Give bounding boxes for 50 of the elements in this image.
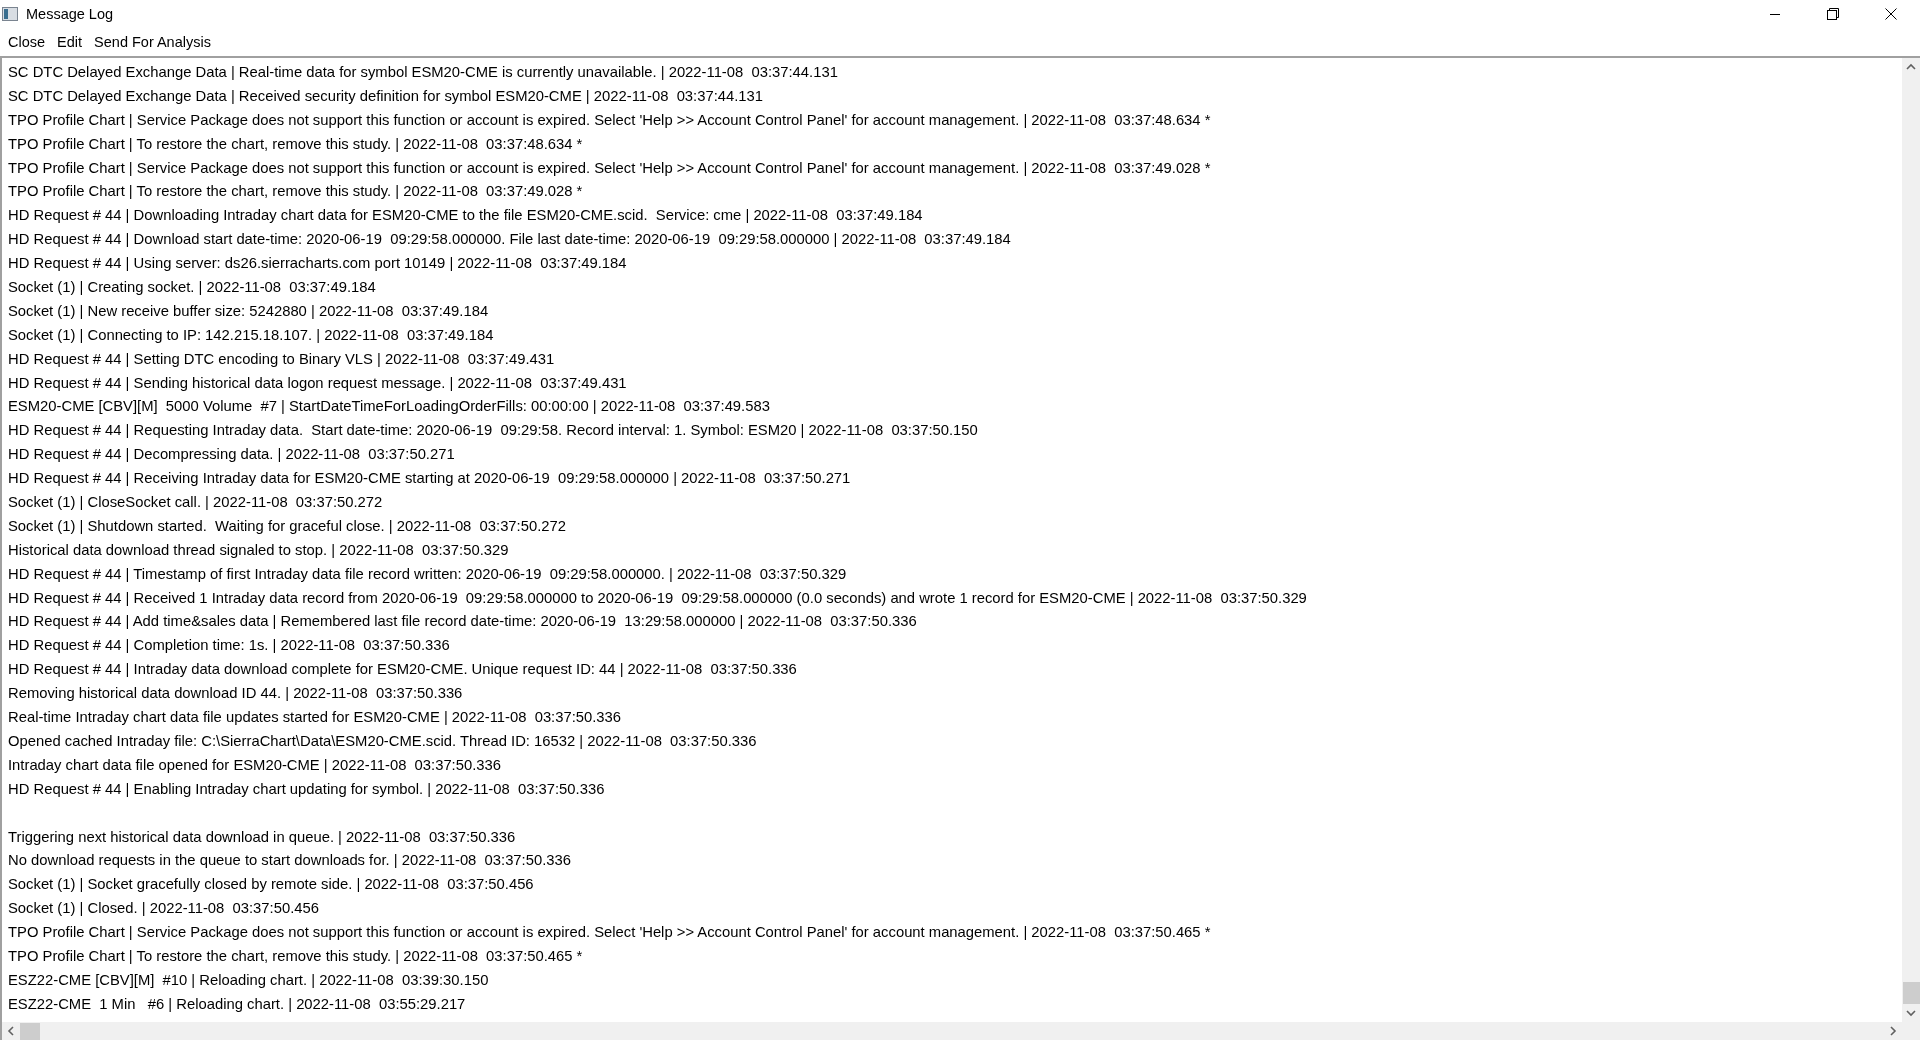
log-line: Socket (1) | Creating socket. | 2022-11-08 03:37:49.184 xyxy=(8,278,377,297)
log-line: ESM20-CME [CBV][M] 5000 Volume #7 | StartDateTimeForLoadingOrderFills: 00:00:00 | 2022-11-08 03:37:49.583 xyxy=(8,397,771,417)
log-line: Socket (1) | New receive buffer size: 5242880 | 2022-11-08 03:37:49.184 xyxy=(8,301,490,321)
log-line: SC DTC Delayed Exchange Data | Received security definition for symbol ESM20-CME | 2022-11-08 03:37:44.131 xyxy=(8,86,765,106)
log-line: Socket (1) | CloseSocket call. | 2022-11-08 03:37:50.272 xyxy=(8,493,384,513)
log-line: Real-time Intraday chart data file updates started for ESM20-CME | 2022-11-08 03:37:50.336 xyxy=(8,708,623,728)
log-line: TPO Profile Chart | To restore the chart, remove this study. | 2022-11-08 03:37:50.465 * xyxy=(8,946,584,966)
log-line: Intraday chart data file opened for ESM20-CME | 2022-11-08 03:37:50.336 xyxy=(8,755,502,775)
menu-item[interactable]: Close xyxy=(2,32,52,52)
menu-item[interactable]: Send For Analysis xyxy=(88,32,217,52)
log-line: TPO Profile Chart | Service Package does not support this function or account is expired. Select 'Help >> Account Control Panel' for account management. | 2022-11-08 03:37:48.634 * xyxy=(8,110,1212,130)
scrollbar-thumb[interactable] xyxy=(20,1022,40,1040)
close-icon xyxy=(1885,8,1897,20)
log-line: HD Request # 44 | Received 1 Intraday data record from 2020-06-19 09:29:58.000000 to 2020-06-19 09:29:58.000000 (0.0 seconds) and wrote 1 record for ESM20-CME | 2022-11-08 03:37:50.329 xyxy=(8,588,1308,608)
log-line: Historical data download thread signaled to stop. | 2022-11-08 03:37:50.329 xyxy=(8,540,510,560)
log-line: HD Request # 44 | Decompressing data. | 2022-11-08 03:37:50.271 xyxy=(8,445,456,465)
log-line: HD Request # 44 | Downloading Intraday chart data for ESM20-CME to the file ESM20-CME.scid. Service: cme | 2022-11-08 03:37:49.184 xyxy=(8,206,924,226)
log-line: HD Request # 44 | Enabling Intraday chart updating for symbol. | 2022-11-08 03:37:50.336 xyxy=(8,779,606,799)
menu-item[interactable]: Edit xyxy=(51,32,89,52)
log-line: TPO Profile Chart | Service Package does not support this function or account is expired. Select 'Help >> Account Control Panel' for account management. | 2022-11-08 03:37:50.465 * xyxy=(8,923,1212,943)
log-line: HD Request # 44 | Add time&sales data | Remembered last file record date-time: 2020-06-19 13:29:58.000000 | 2022-11-08 03:37:50.336 xyxy=(8,612,918,632)
log-line: Removing historical data download ID 44. | 2022-11-08 03:37:50.336 xyxy=(8,684,464,704)
log-line: Socket (1) | Connecting to IP: 142.215.18.107. | 2022-11-08 03:37:49.184 xyxy=(8,325,495,345)
log-line: HD Request # 44 | Requesting Intraday data. Start date-time: 2020-06-19 09:29:58. Record interval: 1. Symbol: ESM20 | 2022-11-08 03:37:50.150 xyxy=(8,421,979,441)
scrollbar-thumb[interactable] xyxy=(1902,982,1920,1004)
log-line: TPO Profile Chart | Service Package does not support this function or account is expired. Select 'Help >> Account Control Panel' for account management. | 2022-11-08 03:37:49.028 * xyxy=(8,158,1212,178)
restore-icon xyxy=(1827,8,1839,20)
horizontal-scrollbar[interactable] xyxy=(2,1022,1902,1040)
window-title: Message Log xyxy=(26,6,115,22)
log-line: HD Request # 44 | Completion time: 1s. | 2022-11-08 03:37:50.336 xyxy=(8,636,451,656)
log-line: HD Request # 44 | Receiving Intraday data for ESM20-CME starting at 2020-06-19 09:29:58.000000 | 2022-11-08 03:37:50.271 xyxy=(8,469,852,489)
log-line: No download requests in the queue to start downloads for. | 2022-11-08 03:37:50.336 xyxy=(8,851,572,871)
log-line: ESZ22-CME [CBV][M] #10 | Reloading chart. | 2022-11-08 03:39:30.150 xyxy=(8,970,490,990)
log-line: TPO Profile Chart | To restore the chart, remove this study. | 2022-11-08 03:37:49.028 * xyxy=(8,182,584,202)
log-line: Socket (1) | Shutdown started. Waiting for graceful close. | 2022-11-08 03:37:50.272 xyxy=(8,516,567,536)
log-line: HD Request # 44 | Sending historical data logon request message. | 2022-11-08 03:37:49.431 xyxy=(8,373,628,393)
log-line: SC DTC Delayed Exchange Data | Real-time data for symbol ESM20-CME is currently unavailable. | 2022-11-08 03:37:44.131 xyxy=(8,63,839,82)
log-line: Socket (1) | Closed. | 2022-11-08 03:37:50.456 xyxy=(8,899,320,919)
vertical-scrollbar[interactable] xyxy=(1902,58,1920,1022)
app-icon xyxy=(2,7,18,21)
log-line: HD Request # 44 | Timestamp of first Intraday data file record written: 2020-06-19 09:29:58.000000. | 2022-11-08 03:37:50.329 xyxy=(8,564,848,584)
log-line: TPO Profile Chart | To restore the chart, remove this study. | 2022-11-08 03:37:48.634 * xyxy=(8,134,584,154)
log-line: Opened cached Intraday file: C:\SierraChart\Data\ESM20-CME.scid. Thread ID: 16532 | 2022-11-08 03:37:50.336 xyxy=(8,731,758,751)
log-line: HD Request # 44 | Setting DTC encoding to Binary VLS | 2022-11-08 03:37:49.431 xyxy=(8,349,556,369)
log-line: HD Request # 44 | Download start date-time: 2020-06-19 09:29:58.000000. File last date-time: 2020-06-19 09:29:58.000000 | 2022-11-08 03:37:49.184 xyxy=(8,230,1012,250)
log-line: Triggering next historical data download in queue. | 2022-11-08 03:37:50.336 xyxy=(8,827,517,847)
log-line: ESZ22-CME 1 Min #6 | Reloading chart. | 2022-11-08 03:55:29.217 xyxy=(8,994,467,1014)
log-line: HD Request # 44 | Intraday data download complete for ESM20-CME. Unique request ID: 44 | 2022-11-08 03:37:50.336 xyxy=(8,660,798,680)
log-line: HD Request # 44 | Using server: ds26.sierracharts.com port 10149 | 2022-11-08 03:37:49.184 xyxy=(8,254,628,274)
log-line: Socket (1) | Socket gracefully closed by remote side. | 2022-11-08 03:37:50.456 xyxy=(8,875,535,895)
